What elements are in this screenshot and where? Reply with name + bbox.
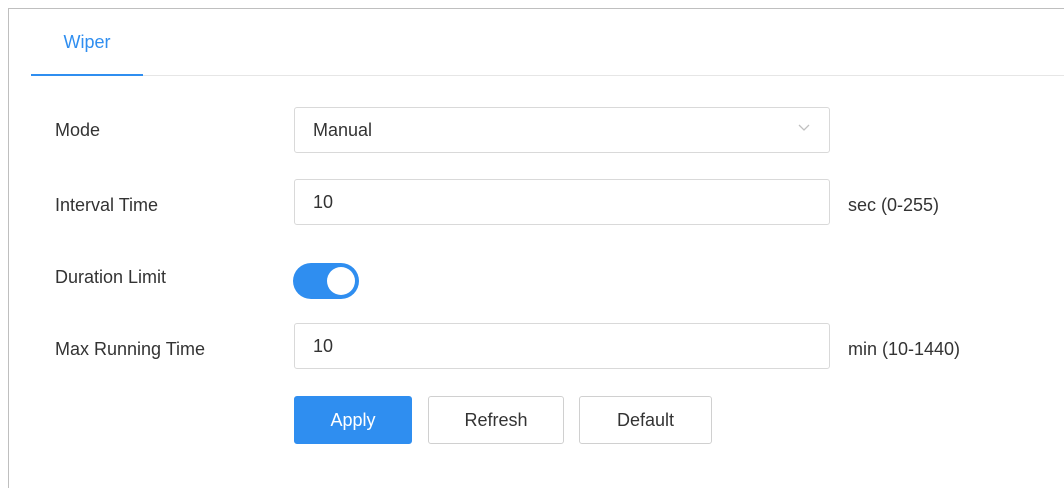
mode-select-value: Manual <box>313 120 373 140</box>
default-button[interactable]: Default <box>579 396 712 444</box>
tab-bar: Wiper <box>31 9 1064 76</box>
refresh-button[interactable]: Refresh <box>428 396 564 444</box>
toggle-knob <box>327 267 355 295</box>
chevron-down-icon <box>798 124 810 131</box>
tab-wiper[interactable]: Wiper <box>31 9 143 76</box>
max-running-time-unit: min (10-1440) <box>848 339 961 359</box>
interval-time-unit: sec (0-255) <box>848 195 940 215</box>
mode-label: Mode <box>55 120 101 140</box>
wiper-settings-panel: Wiper Mode Manual Interval Time 10 sec (… <box>8 8 1064 488</box>
duration-limit-toggle[interactable] <box>293 263 359 299</box>
tab-wiper-label: Wiper <box>63 32 111 52</box>
max-running-time-input[interactable]: 10 <box>294 323 830 369</box>
apply-button[interactable]: Apply <box>294 396 412 444</box>
interval-time-input[interactable]: 10 <box>294 179 830 225</box>
duration-limit-label: Duration Limit <box>55 267 167 287</box>
active-tab-indicator <box>31 74 143 76</box>
interval-time-label: Interval Time <box>55 195 159 215</box>
max-running-time-label: Max Running Time <box>55 339 206 359</box>
mode-select[interactable]: Manual <box>294 107 830 153</box>
